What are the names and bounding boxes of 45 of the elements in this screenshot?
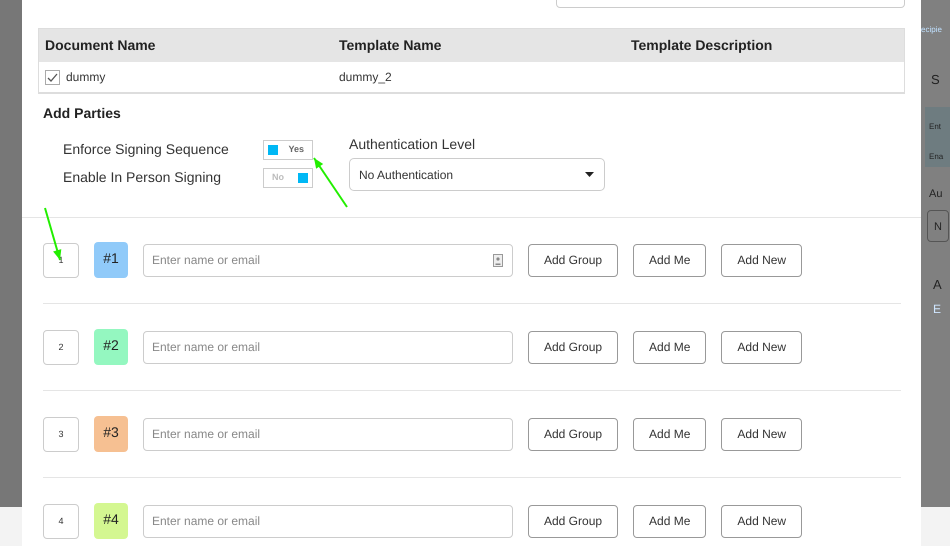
section-title: Add Parties bbox=[43, 104, 121, 123]
recipient-input[interactable]: Enter name or email bbox=[143, 244, 513, 276]
authentication-dropdown[interactable]: No Authentication bbox=[349, 158, 605, 191]
party-tag: #3 bbox=[94, 416, 128, 452]
party-tag: #1 bbox=[94, 242, 128, 278]
recipient-input[interactable]: Enter name or email bbox=[143, 504, 513, 538]
background-field[interactable]: N bbox=[927, 210, 949, 242]
background-panel-text: Ena bbox=[929, 151, 944, 163]
toggle-label: Enable In Person Signing bbox=[63, 168, 222, 187]
background-text: E bbox=[933, 301, 942, 318]
add-button[interactable]: Add New bbox=[721, 244, 802, 276]
add-button[interactable]: Add Group bbox=[528, 244, 618, 276]
caret-icon bbox=[585, 172, 594, 177]
table-cell-text: dummy_2 bbox=[338, 69, 393, 86]
background-label: Au bbox=[929, 187, 942, 202]
contact-card-icon[interactable] bbox=[493, 254, 503, 266]
table-cell-text: dummy bbox=[66, 69, 106, 86]
toggle-label: Enforce Signing Sequence bbox=[63, 140, 230, 159]
add-button[interactable]: Add Group bbox=[528, 418, 618, 450]
add-button[interactable]: Add Group bbox=[528, 504, 618, 538]
toggle-switch[interactable]: Yes bbox=[263, 140, 313, 160]
background-panel-text: Ent bbox=[929, 121, 942, 133]
add-button[interactable]: Add Me bbox=[633, 330, 706, 364]
party-tag: #2 bbox=[94, 329, 128, 365]
background-step-label: S bbox=[931, 71, 940, 89]
order-field[interactable]: 3 bbox=[43, 416, 79, 452]
add-button[interactable]: Add Group bbox=[528, 330, 618, 364]
recipient-input[interactable]: Enter name or email bbox=[143, 418, 513, 450]
add-button[interactable]: Add New bbox=[721, 504, 802, 538]
add-button[interactable]: Add Me bbox=[633, 244, 706, 276]
background-heading: A bbox=[933, 276, 942, 294]
recipient-input[interactable]: Enter name or email bbox=[143, 330, 513, 364]
field-label: Authentication Level bbox=[349, 135, 476, 154]
add-button[interactable]: Add Me bbox=[633, 504, 706, 538]
add-button[interactable]: Add Me bbox=[633, 418, 706, 450]
order-field[interactable]: 4 bbox=[43, 504, 79, 538]
party-tag: #4 bbox=[94, 503, 128, 539]
column-header: Template Name bbox=[338, 36, 442, 55]
add-button[interactable]: Add New bbox=[721, 418, 802, 450]
column-header: Document Name bbox=[44, 36, 156, 55]
add-button[interactable]: Add New bbox=[721, 330, 802, 364]
order-field[interactable]: 2 bbox=[43, 330, 79, 364]
annotation-arrow bbox=[313, 157, 348, 208]
column-header: Template Description bbox=[631, 36, 774, 55]
row-checkbox[interactable] bbox=[45, 70, 60, 84]
